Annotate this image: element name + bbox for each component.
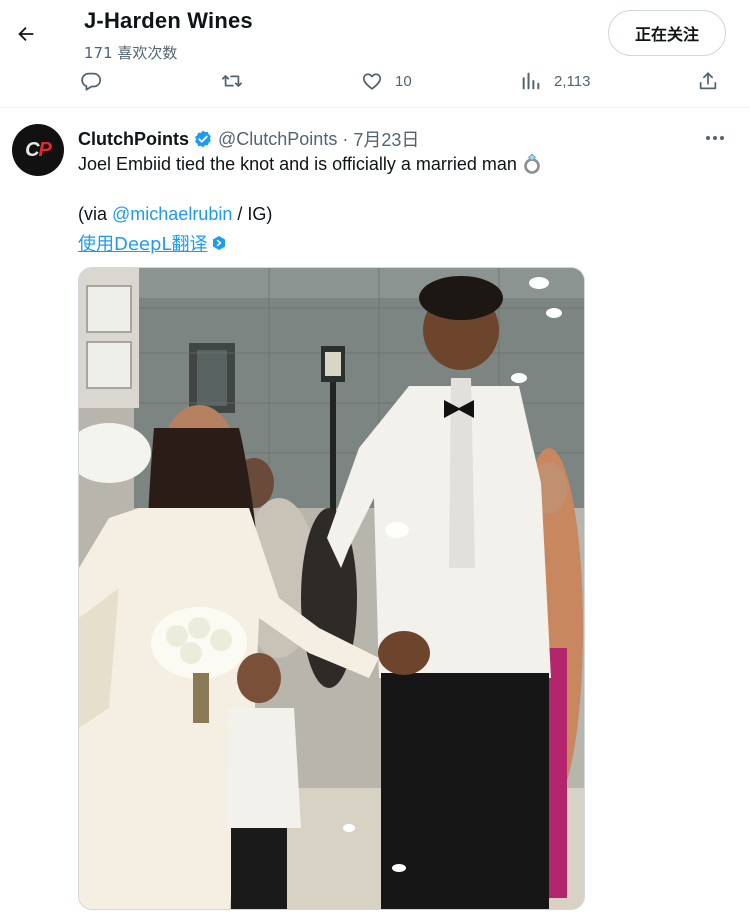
separator: ·: [342, 128, 349, 149]
back-arrow-icon: [18, 26, 34, 42]
views-button[interactable]: 2,113: [520, 66, 590, 96]
views-count: 2,113: [554, 72, 591, 90]
translate-label: 使用DeepL翻译: [78, 234, 208, 255]
handle[interactable]: @ClutchPoints: [218, 129, 337, 150]
likes-count: 171 喜欢次数: [84, 44, 178, 62]
via-line: (via @michaelrubin / IG): [78, 204, 272, 225]
top-bar: J-Harden Wines 171 喜欢次数 正在关注 10 2,113: [0, 0, 750, 108]
page-title: J-Harden Wines: [84, 8, 253, 33]
ring-emoji-icon: [524, 153, 540, 174]
verified-badge-icon: [195, 130, 211, 148]
display-name[interactable]: ClutchPoints: [78, 129, 189, 150]
following-button[interactable]: 正在关注: [608, 10, 726, 56]
tweet-header: ClutchPoints @ClutchPoints · 7月23日: [78, 126, 419, 152]
translate-link[interactable]: 使用DeepL翻译: [78, 230, 227, 256]
retweet-button[interactable]: [221, 66, 243, 96]
mention-link[interactable]: @michaelrubin: [112, 204, 232, 224]
share-button[interactable]: [697, 66, 719, 96]
previous-tweet-actions: 10 2,113: [0, 66, 750, 96]
like-button[interactable]: 10: [361, 66, 412, 96]
avatar[interactable]: CP: [12, 124, 64, 176]
tweet-date[interactable]: 7月23日: [353, 126, 419, 152]
tweet-photo[interactable]: [78, 267, 585, 910]
tweet-text: Joel Embiid tied the knot and is officia…: [78, 152, 541, 176]
via-prefix: (via: [78, 204, 113, 224]
back-button[interactable]: [10, 18, 42, 50]
clutchpoints-logo: CP: [25, 138, 52, 161]
tweet-text-body: Joel Embiid tied the knot and is officia…: [78, 154, 517, 174]
more-button[interactable]: [698, 126, 732, 150]
like-icon: [362, 73, 382, 90]
retweet-icon: [221, 75, 243, 87]
like-count: 10: [395, 72, 412, 90]
views-icon: [522, 72, 540, 90]
via-suffix: / IG): [232, 204, 273, 224]
reply-icon: [81, 72, 102, 91]
reply-button[interactable]: [80, 66, 102, 96]
deepl-icon: [213, 236, 226, 250]
wedding-photo: [79, 268, 584, 909]
more-icon: [706, 136, 724, 140]
share-icon: [699, 72, 717, 90]
tweet[interactable]: CP ClutchPoints @ClutchPoints · 7月23日 Jo…: [0, 108, 750, 916]
